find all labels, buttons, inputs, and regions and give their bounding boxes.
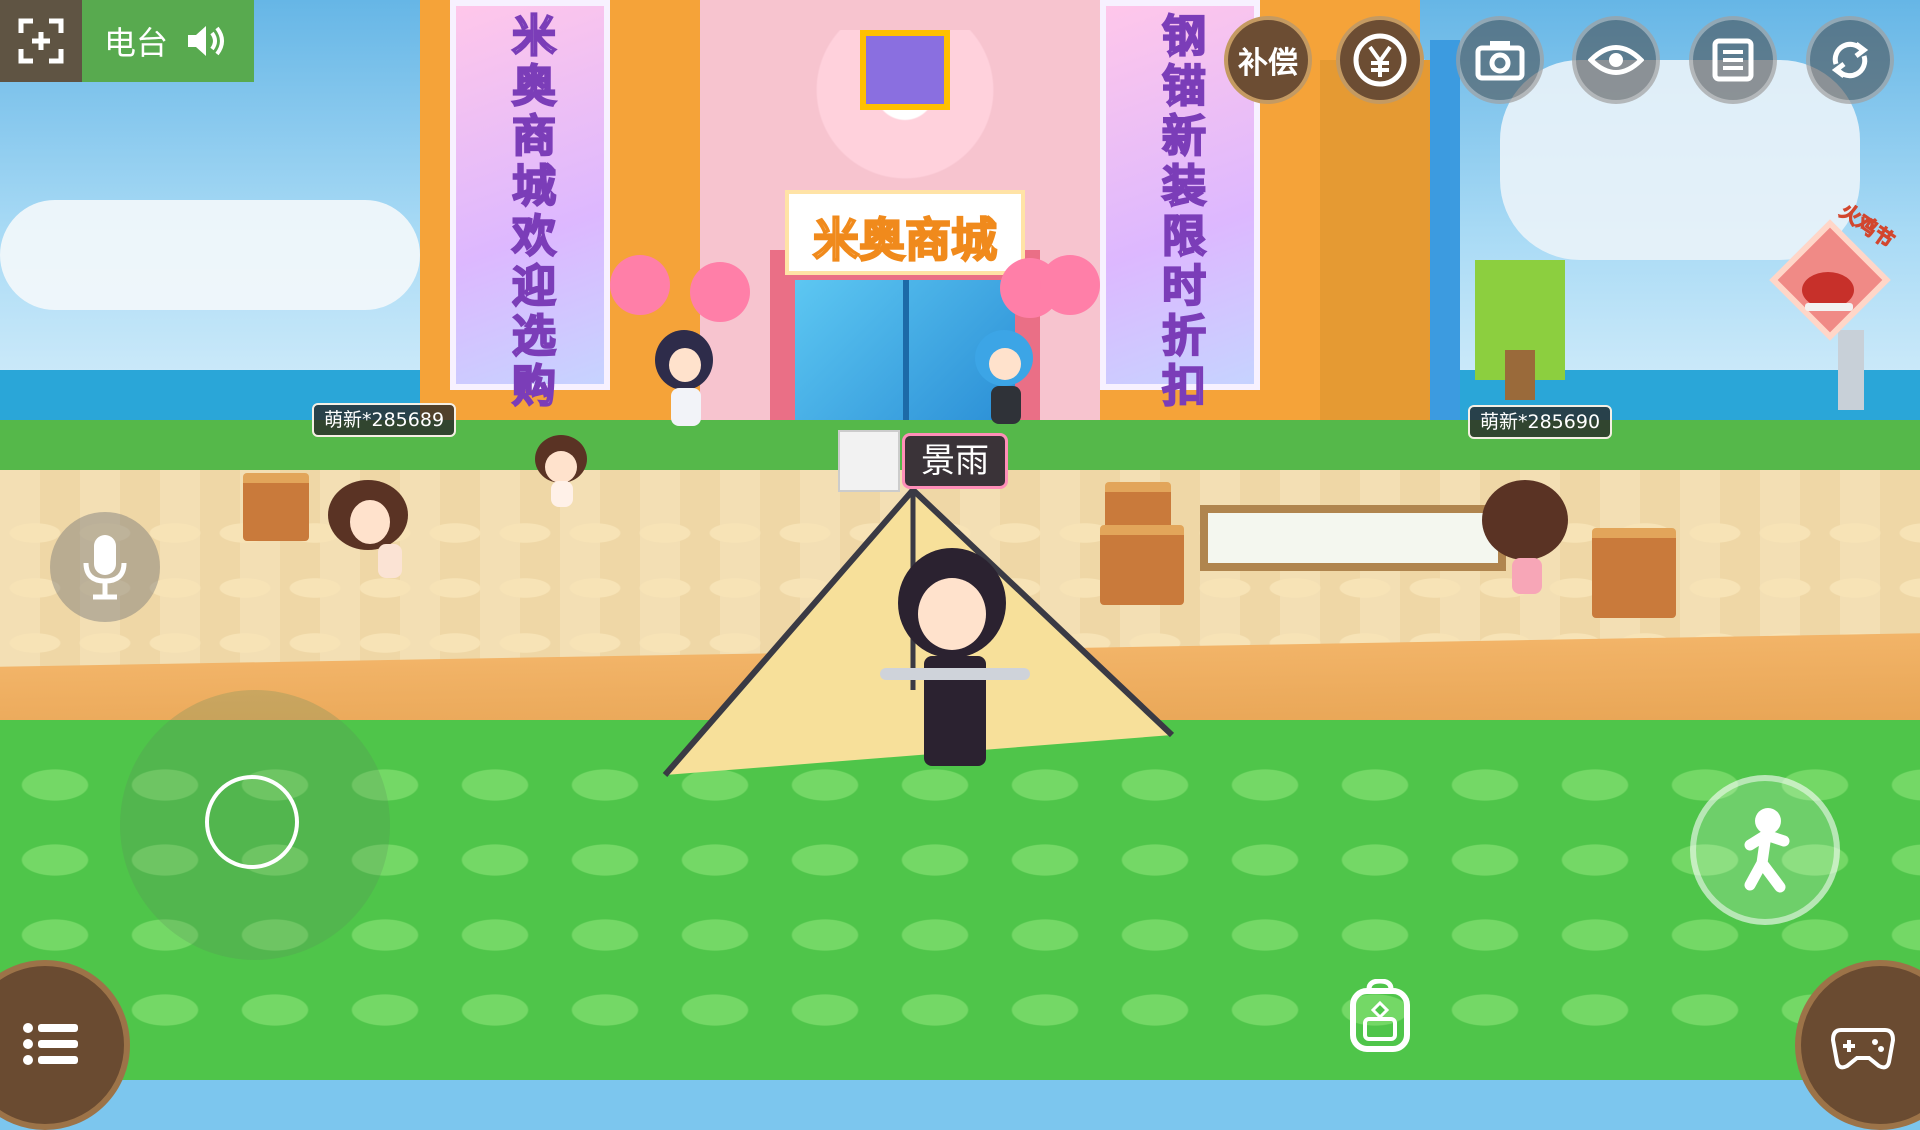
- eye-icon: [1588, 45, 1644, 75]
- gamepad-icon: [1831, 1028, 1895, 1070]
- frame-plus-icon: [18, 18, 64, 64]
- yen-icon: [1353, 33, 1407, 87]
- jump-button[interactable]: [1690, 775, 1840, 925]
- menu-icon: [23, 1023, 78, 1065]
- refresh-button[interactable]: [1806, 16, 1894, 104]
- radio-bar: 电台: [0, 0, 254, 82]
- main-character[interactable]: [880, 548, 1030, 778]
- jump-icon: [1744, 808, 1790, 893]
- screenshot-frame-button[interactable]: [0, 0, 82, 82]
- list-button[interactable]: [1689, 16, 1777, 104]
- joystick-knob[interactable]: [205, 775, 299, 869]
- currency-button[interactable]: [1336, 16, 1424, 104]
- player-avatar: [838, 430, 900, 492]
- glider-bar: [880, 668, 1030, 680]
- camera-icon: [1475, 41, 1525, 81]
- player-nametag: 萌新*285690: [1468, 405, 1613, 439]
- backpack-icon: [1350, 979, 1410, 1052]
- radio-button[interactable]: 电台: [82, 0, 254, 82]
- backpack-button[interactable]: [1342, 978, 1418, 1054]
- list-icon: [1712, 38, 1754, 82]
- character-face: [918, 578, 986, 650]
- speaker-icon: [188, 26, 225, 56]
- radio-label: 电台: [104, 24, 169, 62]
- compensation-button[interactable]: 补偿: [1224, 16, 1312, 104]
- player-nametag: 萌新*285689: [312, 403, 457, 437]
- camera-button[interactable]: [1456, 16, 1544, 104]
- compensation-label: 补偿: [1238, 46, 1298, 81]
- microphone-icon: [83, 535, 127, 600]
- refresh-icon: [1831, 41, 1869, 79]
- main-player-nametag: 景雨: [902, 433, 1008, 489]
- view-button[interactable]: [1572, 16, 1660, 104]
- voice-chat-button[interactable]: [50, 512, 160, 622]
